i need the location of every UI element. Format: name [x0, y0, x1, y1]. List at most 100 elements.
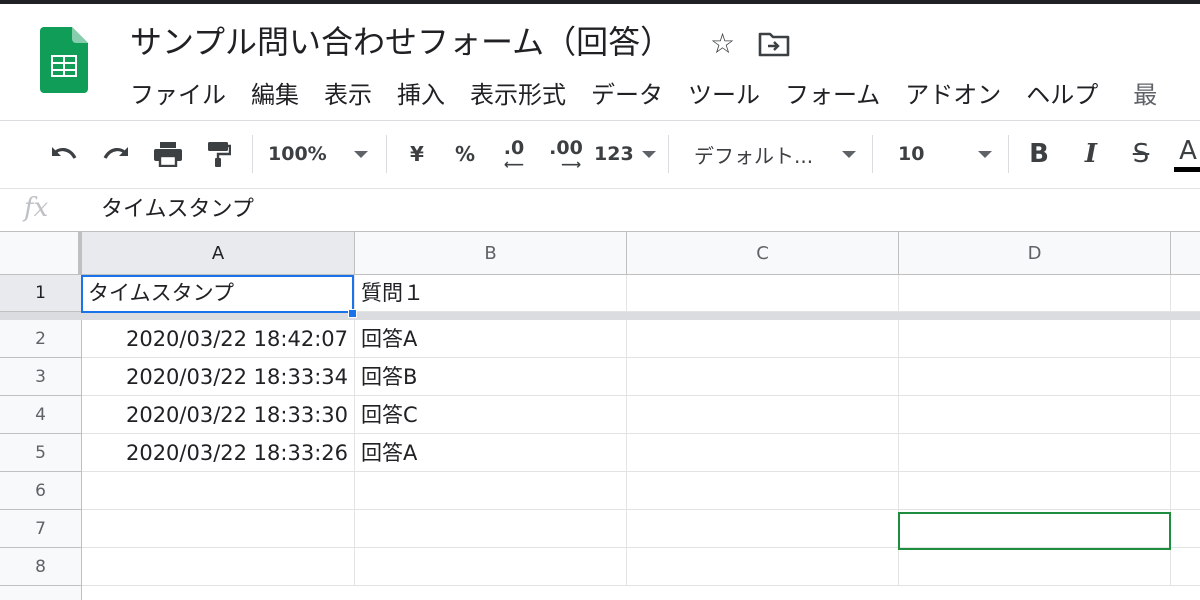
google-sheets-logo[interactable] — [40, 27, 88, 93]
menu-last-edit[interactable]: 最 — [1133, 78, 1157, 112]
cell-e5[interactable] — [1171, 434, 1200, 472]
column-header-b[interactable]: B — [355, 232, 627, 275]
cell-a7[interactable] — [82, 510, 355, 548]
cell-e4[interactable] — [1171, 396, 1200, 434]
menu-data[interactable]: データ — [591, 78, 663, 112]
toolbar-divider — [252, 135, 253, 173]
cell-d5[interactable] — [899, 434, 1171, 472]
cell-a2[interactable]: 2020/03/22 18:42:07 — [82, 320, 355, 358]
row-header-1[interactable]: 1 — [0, 275, 82, 312]
document-title[interactable]: サンプル問い合わせフォーム（回答） — [130, 22, 672, 62]
cell-a5[interactable]: 2020/03/22 18:33:26 — [82, 434, 355, 472]
column-header-a[interactable]: A — [82, 232, 355, 275]
font-size-value: 10 — [898, 143, 925, 165]
row-header-2[interactable]: 2 — [0, 320, 82, 358]
column-header-e[interactable] — [1171, 232, 1200, 275]
cell-e1[interactable] — [1171, 275, 1200, 312]
percent-format-button[interactable]: % — [448, 121, 482, 187]
menu-addons[interactable]: アドオン — [905, 78, 1001, 112]
increase-decimal-label: .00 — [549, 137, 583, 159]
arrow-right-icon: ⟶ — [560, 157, 582, 173]
font-family-value: デフォルト... — [694, 143, 814, 168]
cell-c5[interactable] — [627, 434, 899, 472]
cell-b7[interactable] — [355, 510, 627, 548]
menu-file[interactable]: ファイル — [130, 78, 226, 112]
menu-edit[interactable]: 編集 — [251, 78, 299, 112]
formula-input[interactable]: タイムスタンプ — [101, 197, 254, 223]
row-header-9[interactable] — [0, 586, 82, 600]
cell-d2[interactable] — [899, 320, 1171, 358]
cell-b1[interactable]: 質問１ — [355, 275, 627, 312]
menu-view[interactable]: 表示 — [324, 78, 372, 112]
cell-c4[interactable] — [627, 396, 899, 434]
decrease-decimal-button[interactable]: .0 ⟵ — [494, 121, 534, 187]
cell-a1[interactable]: タイムスタンプ — [82, 275, 355, 312]
row-header-3[interactable]: 3 — [0, 358, 82, 396]
column-header-d[interactable]: D — [899, 232, 1171, 275]
cell-c7[interactable] — [627, 510, 899, 548]
chevron-down-icon — [642, 150, 656, 158]
column-header-c[interactable]: C — [627, 232, 899, 275]
redo-button[interactable] — [96, 121, 136, 187]
menu-format[interactable]: 表示形式 — [470, 78, 566, 112]
cell-c3[interactable] — [627, 358, 899, 396]
chevron-down-icon — [842, 150, 856, 158]
cell-e7[interactable] — [1171, 510, 1200, 548]
row-header-8[interactable]: 8 — [0, 548, 82, 586]
cell-b5[interactable]: 回答A — [355, 434, 627, 472]
cell-d6[interactable] — [899, 472, 1171, 510]
font-size-select[interactable]: 10 — [898, 121, 996, 187]
row-header-7[interactable]: 7 — [0, 510, 82, 548]
formula-bar: fx タイムスタンプ — [0, 188, 1200, 232]
cell-d8[interactable] — [899, 548, 1171, 586]
cell-a4[interactable]: 2020/03/22 18:33:30 — [82, 396, 355, 434]
cell-a6[interactable] — [82, 472, 355, 510]
select-all-corner[interactable] — [0, 232, 82, 275]
font-family-select[interactable]: デフォルト... — [694, 121, 860, 187]
print-button[interactable] — [148, 121, 188, 187]
bold-button[interactable]: B — [1022, 121, 1056, 187]
cell-e2[interactable] — [1171, 320, 1200, 358]
more-formats-button[interactable]: 123 — [594, 121, 656, 187]
window-top-border — [0, 0, 1200, 4]
fill-handle[interactable] — [348, 309, 357, 318]
cell-c2[interactable] — [627, 320, 899, 358]
cell-d3[interactable] — [899, 358, 1171, 396]
menu-form[interactable]: フォーム — [785, 78, 880, 112]
strikethrough-button[interactable]: S — [1124, 121, 1158, 187]
currency-format-button[interactable]: ¥ — [400, 121, 434, 187]
menu-tools[interactable]: ツール — [688, 78, 760, 112]
text-color-label: A — [1179, 135, 1197, 166]
row-header-5[interactable]: 5 — [0, 434, 82, 472]
toolbar-divider — [668, 135, 669, 173]
star-icon[interactable]: ☆ — [710, 28, 735, 60]
cell-d4[interactable] — [899, 396, 1171, 434]
row-header-6[interactable]: 6 — [0, 472, 82, 510]
cell-b2[interactable]: 回答A — [355, 320, 627, 358]
increase-decimal-button[interactable]: .00 ⟶ — [546, 121, 586, 187]
italic-button[interactable]: I — [1074, 121, 1108, 187]
menu-insert[interactable]: 挿入 — [397, 78, 445, 112]
cell-a8[interactable] — [82, 548, 355, 586]
cell-e8[interactable] — [1171, 548, 1200, 586]
zoom-select[interactable]: 100% — [268, 121, 374, 187]
frozen-row-divider[interactable] — [0, 312, 1200, 320]
cell-c8[interactable] — [627, 548, 899, 586]
cell-c1[interactable] — [627, 275, 899, 312]
move-to-folder-icon[interactable] — [758, 30, 790, 58]
cell-d1[interactable] — [899, 275, 1171, 312]
paint-format-button[interactable] — [198, 121, 238, 187]
cell-b4[interactable]: 回答C — [355, 396, 627, 434]
cell-b3[interactable]: 回答B — [355, 358, 627, 396]
cell-b6[interactable] — [355, 472, 627, 510]
cell-e3[interactable] — [1171, 358, 1200, 396]
menu-bar: ファイル 編集 表示 挿入 表示形式 データ ツール フォーム アドオン ヘルプ 最 — [130, 78, 1182, 112]
menu-help[interactable]: ヘルプ — [1026, 78, 1098, 112]
text-color-button[interactable]: A — [1174, 121, 1200, 187]
undo-button[interactable] — [44, 121, 84, 187]
row-header-4[interactable]: 4 — [0, 396, 82, 434]
cell-c6[interactable] — [627, 472, 899, 510]
cell-e6[interactable] — [1171, 472, 1200, 510]
cell-b8[interactable] — [355, 548, 627, 586]
cell-a3[interactable]: 2020/03/22 18:33:34 — [82, 358, 355, 396]
